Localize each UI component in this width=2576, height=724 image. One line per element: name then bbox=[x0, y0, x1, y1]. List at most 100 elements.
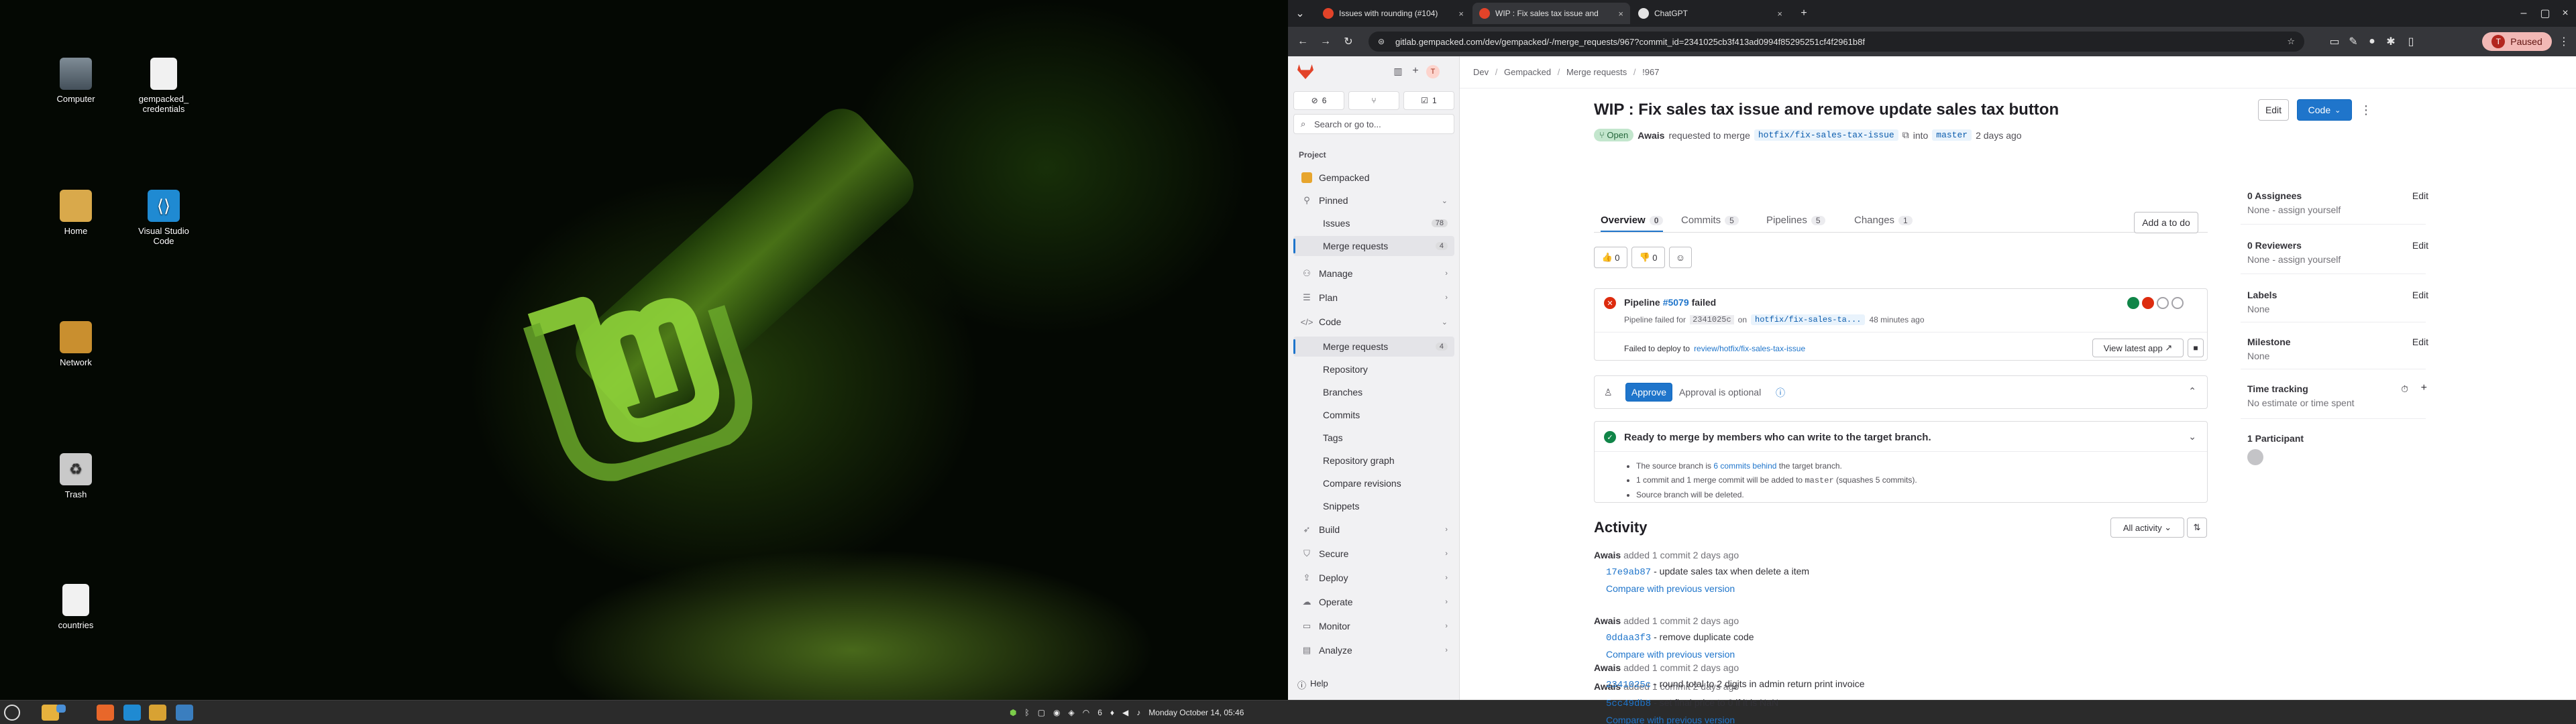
approve-button[interactable]: Approve bbox=[1625, 383, 1672, 402]
desktop-icon-home[interactable]: Home bbox=[25, 190, 126, 236]
bluetooth-icon[interactable]: ᛒ bbox=[1024, 708, 1029, 717]
sidebar-monitor[interactable]: ▭ Monitor › bbox=[1293, 616, 1454, 636]
sidebar-deploy[interactable]: ⇪ Deploy › bbox=[1293, 568, 1454, 588]
sidebar-commits[interactable]: Commits bbox=[1293, 405, 1454, 425]
sidebar-analyze[interactable]: ▤ Analyze › bbox=[1293, 640, 1454, 660]
sidebar-pinned[interactable]: ⚲ Pinned ⌄ bbox=[1293, 190, 1454, 210]
terminal-icon[interactable] bbox=[56, 705, 66, 713]
sidebar-project-gempacked[interactable]: Gempacked bbox=[1293, 168, 1454, 188]
code-dropdown-button[interactable]: Code ⌄ bbox=[2297, 99, 2352, 121]
compare-link[interactable]: Compare with previous version bbox=[1594, 715, 1778, 724]
avatar[interactable] bbox=[2247, 449, 2263, 465]
tab-commits[interactable]: Commits 5 bbox=[1681, 215, 1739, 226]
window-close-icon[interactable]: × bbox=[2557, 5, 2573, 21]
pipeline-link[interactable]: #5079 bbox=[1663, 297, 1689, 308]
profile-paused-button[interactable]: T Paused bbox=[2482, 32, 2552, 51]
source-branch[interactable]: hotfix/fix-sales-tax-issue bbox=[1754, 129, 1898, 141]
commit-sha-link[interactable]: 0ddaa3f3 bbox=[1606, 633, 1651, 644]
commit-sha-link[interactable]: 2341025c bbox=[1606, 680, 1651, 690]
commit-sha-link[interactable]: 5cc49db8 bbox=[1606, 699, 1651, 709]
stage-passed-icon[interactable] bbox=[2127, 297, 2139, 309]
milestone-edit-link[interactable]: Edit bbox=[2412, 337, 2428, 347]
help-button[interactable]: ⓘ Help bbox=[1297, 678, 1328, 691]
desktop-icon-network[interactable]: Network bbox=[25, 321, 126, 367]
close-icon[interactable]: × bbox=[1618, 9, 1623, 19]
tab-overview[interactable]: Overview 0 bbox=[1601, 215, 1664, 232]
mint-update-icon[interactable]: ⬢ bbox=[1010, 708, 1016, 717]
back-icon[interactable]: ← bbox=[1295, 34, 1311, 50]
stage-skipped-icon[interactable] bbox=[2171, 297, 2184, 309]
commits-behind-link[interactable]: 6 commits behind bbox=[1713, 461, 1776, 471]
firefox-icon[interactable] bbox=[97, 705, 114, 721]
tab-merge-request[interactable]: WIP : Fix sales tax issue and × bbox=[1472, 3, 1630, 24]
close-icon[interactable]: × bbox=[1458, 9, 1464, 19]
merge-request-counter[interactable]: ⑂ bbox=[1348, 91, 1399, 110]
author-link[interactable]: Awais bbox=[1638, 130, 1664, 141]
bookmark-star-icon[interactable]: ☆ bbox=[2287, 36, 2295, 47]
target-branch[interactable]: master bbox=[1932, 129, 1972, 141]
issues-counter[interactable]: ⊘ 6 bbox=[1293, 91, 1344, 110]
sidebar-branches[interactable]: Branches bbox=[1293, 382, 1454, 402]
sidebar-toggle-icon[interactable]: ▥ bbox=[1390, 63, 1406, 79]
compare-link[interactable]: Compare with previous version bbox=[1594, 649, 1754, 660]
sidebar-secure[interactable]: ⛉ Secure › bbox=[1293, 544, 1454, 564]
forward-icon[interactable]: → bbox=[1318, 34, 1334, 50]
chevron-down-icon[interactable]: ⌄ bbox=[2188, 431, 2196, 442]
breadcrumb-mr-id[interactable]: !967 bbox=[1642, 67, 1659, 77]
extension-icon[interactable]: ▭ bbox=[2326, 34, 2343, 50]
chrome-icon[interactable] bbox=[149, 705, 166, 721]
clock[interactable]: Monday October 14, 05:46 bbox=[1148, 708, 1244, 717]
desktop-icon-countries[interactable]: countries bbox=[25, 584, 126, 630]
side-panel-icon[interactable]: ▯ bbox=[2403, 34, 2419, 50]
environment-link[interactable]: review/hotfix/fix-sales-tax-issue bbox=[1694, 344, 1805, 353]
sidebar-code-merge-requests[interactable]: Merge requests 4 bbox=[1293, 337, 1454, 357]
tab-search-icon[interactable]: ⌄ bbox=[1292, 5, 1308, 21]
author-link[interactable]: Awais bbox=[1594, 615, 1621, 626]
edit-button[interactable]: Edit bbox=[2258, 99, 2289, 121]
sidebar-repository[interactable]: Repository bbox=[1293, 359, 1454, 379]
close-icon[interactable]: × bbox=[1777, 9, 1782, 19]
vscode-taskbar-icon[interactable] bbox=[123, 705, 141, 721]
more-actions-icon[interactable]: ⋮ bbox=[2360, 103, 2372, 117]
author-link[interactable]: Awais bbox=[1594, 662, 1621, 673]
thumbs-down-button[interactable]: 👎 0 bbox=[1631, 247, 1665, 268]
tab-chatgpt[interactable]: ChatGPT × bbox=[1631, 3, 1789, 24]
stopwatch-icon[interactable]: ⏱ bbox=[2401, 383, 2408, 395]
author-link[interactable]: Awais bbox=[1594, 550, 1621, 560]
network-icon[interactable]: ◉ bbox=[1053, 708, 1060, 717]
mint-menu-button[interactable] bbox=[4, 705, 20, 721]
labels-edit-link[interactable]: Edit bbox=[2412, 290, 2428, 300]
stop-environment-button[interactable]: ■ bbox=[2188, 339, 2204, 357]
desktop-icon-credentials[interactable]: gempacked_ credentials bbox=[113, 58, 214, 114]
add-reaction-button[interactable]: ☺ bbox=[1669, 247, 1692, 268]
bell-icon[interactable]: ♪ bbox=[1136, 708, 1140, 717]
wifi-icon[interactable]: ◠ bbox=[1083, 708, 1089, 717]
branch-link[interactable]: hotfix/fix-sales-ta... bbox=[1751, 314, 1866, 325]
stage-skipped-icon[interactable] bbox=[2157, 297, 2169, 309]
assign-yourself-link[interactable]: None - assign yourself bbox=[2247, 254, 2428, 265]
new-tab-icon[interactable]: + bbox=[1796, 5, 1812, 21]
add-todo-button[interactable]: Add a to do bbox=[2134, 212, 2198, 233]
shield-icon[interactable]: ◈ bbox=[1069, 708, 1075, 717]
breadcrumb-dev[interactable]: Dev bbox=[1473, 67, 1489, 77]
activity-filter-dropdown[interactable]: All activity ⌄ bbox=[2110, 518, 2184, 538]
todo-counter[interactable]: ☑ 1 bbox=[1403, 91, 1454, 110]
add-time-icon[interactable]: + bbox=[2421, 382, 2427, 394]
maximize-icon[interactable]: ▢ bbox=[2537, 5, 2553, 21]
sidebar-manage[interactable]: ⚇ Manage › bbox=[1293, 263, 1454, 284]
extension-purple-icon[interactable]: ● bbox=[2364, 34, 2380, 50]
clipboard-icon[interactable]: ▢ bbox=[1038, 708, 1045, 717]
tab-changes[interactable]: Changes 1 bbox=[1854, 215, 1913, 226]
extensions-puzzle-icon[interactable]: ✱ bbox=[2383, 34, 2399, 50]
sort-button[interactable]: ⇅ bbox=[2187, 518, 2207, 538]
commit-sha-link[interactable]: 17e9ab87 bbox=[1606, 567, 1651, 578]
stage-failed-icon[interactable] bbox=[2142, 297, 2154, 309]
sidebar-snippets[interactable]: Snippets bbox=[1293, 496, 1454, 516]
breadcrumb-gempacked[interactable]: Gempacked bbox=[1504, 67, 1551, 77]
pen-extension-icon[interactable]: ✎ bbox=[2345, 34, 2361, 50]
minimize-icon[interactable]: – bbox=[2516, 5, 2532, 21]
reload-icon[interactable]: ↻ bbox=[1340, 34, 1356, 50]
user-avatar[interactable]: T bbox=[1426, 65, 1440, 78]
app-icon[interactable] bbox=[176, 705, 193, 721]
copy-icon[interactable]: ⧉ bbox=[1902, 129, 1909, 141]
